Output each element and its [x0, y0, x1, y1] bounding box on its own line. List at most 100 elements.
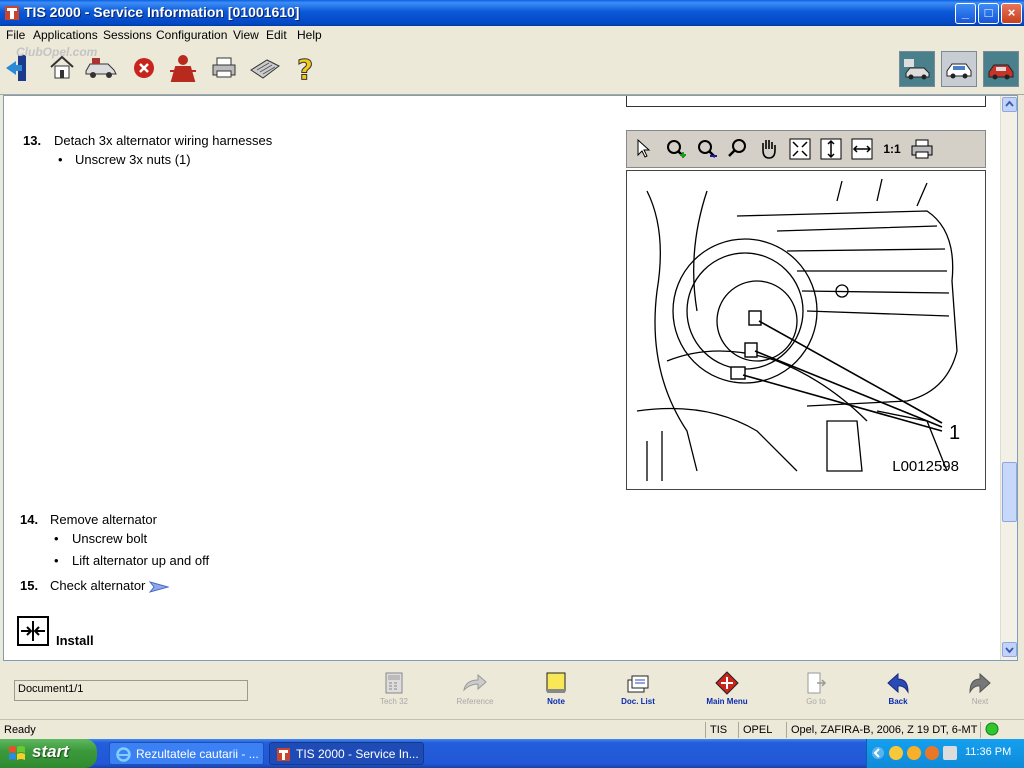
- link-arrow-icon[interactable]: [149, 581, 169, 593]
- tech32-label: Tech 32: [379, 697, 409, 706]
- print-image-icon[interactable]: [909, 137, 935, 161]
- step-13-number: 13.: [23, 133, 42, 148]
- goto-label: Go to: [806, 697, 826, 706]
- callout-label: 1: [949, 422, 960, 444]
- messenger-icon[interactable]: [889, 746, 903, 760]
- minimize-button[interactable]: _: [955, 3, 976, 24]
- diagnostics-car-icon[interactable]: [941, 51, 977, 87]
- install-heading: Install: [56, 633, 94, 648]
- doc-list-button[interactable]: Doc. List: [608, 671, 668, 717]
- fit-page-icon[interactable]: [787, 137, 813, 161]
- status-app: TIS: [705, 722, 727, 738]
- stop-icon[interactable]: [127, 51, 161, 85]
- scroll-thumb[interactable]: [1002, 462, 1017, 522]
- note-icon: [543, 671, 569, 695]
- note-label: Note: [547, 697, 565, 706]
- smiley-icon[interactable]: [907, 746, 921, 760]
- menu-help[interactable]: Help: [297, 28, 322, 42]
- watermark: ClubOpel.com: [16, 45, 98, 59]
- clock: 11:36 PM: [965, 746, 1012, 758]
- connection-status-icon: [985, 722, 999, 736]
- status-indicator: [980, 722, 1020, 738]
- document-field: Document1/1: [14, 680, 248, 701]
- fit-width-icon[interactable]: [849, 137, 875, 161]
- status-bar: Ready TIS OPEL Opel, ZAFIRA-B, 2006, Z 1…: [0, 719, 1024, 739]
- scroll-up-icon[interactable]: [1002, 97, 1017, 112]
- install-icon: [17, 616, 49, 646]
- svg-text:?: ?: [297, 53, 313, 83]
- step-13-text: Detach 3x alternator wiring harnesses: [54, 133, 273, 148]
- image-toolbar: 1:1: [626, 130, 986, 168]
- menu-edit[interactable]: Edit: [266, 28, 287, 42]
- reference-button: Reference: [445, 671, 505, 717]
- taskbar-item-tis-label: TIS 2000 - Service In...: [296, 747, 419, 761]
- step-14-bullet-2: Lift alternator up and off: [72, 553, 210, 568]
- step-15-text: Check alternator: [50, 578, 146, 593]
- bullet-dot: •: [54, 531, 59, 546]
- menu-bar: File Applications Sessions Configuration…: [0, 26, 1024, 45]
- menu-applications[interactable]: Applications: [33, 28, 98, 42]
- tis-taskbar-icon: [277, 748, 290, 761]
- reference-icon: [462, 671, 488, 695]
- taskbar-item-browser[interactable]: Rezultatele cautarii - ...: [109, 742, 264, 765]
- main-menu-button[interactable]: Main Menu: [697, 671, 757, 717]
- help-icon[interactable]: ?: [289, 51, 323, 85]
- tech32-icon: [381, 671, 407, 695]
- system-tray: 11:36 PM: [866, 739, 1024, 768]
- document-viewer[interactable]: 13. Detach 3x alternator wiring harnesse…: [3, 95, 1018, 661]
- vertical-scrollbar[interactable]: [1000, 96, 1017, 660]
- bullet-dot: •: [54, 553, 59, 568]
- fit-height-icon[interactable]: [818, 137, 844, 161]
- back-label: Back: [888, 697, 908, 706]
- menu-sessions[interactable]: Sessions: [103, 28, 152, 42]
- navigation-bar: Document1/1 Tech 32 Reference Note Doc. …: [0, 661, 1024, 719]
- note-button[interactable]: Note: [526, 671, 586, 717]
- menu-file[interactable]: File: [6, 28, 25, 42]
- zoom-in-icon[interactable]: [663, 137, 689, 161]
- alternator-figure: 1 L0012598: [626, 170, 986, 490]
- doc-list-label: Doc. List: [621, 697, 655, 706]
- step-15-number: 15.: [20, 578, 39, 593]
- menu-view[interactable]: View: [233, 28, 259, 42]
- ie-icon: [116, 747, 131, 762]
- zoom-out-icon[interactable]: [694, 137, 720, 161]
- pointer-icon[interactable]: [631, 137, 657, 161]
- status-text: Ready: [4, 724, 36, 736]
- service-car-icon[interactable]: [983, 51, 1019, 87]
- back-button[interactable]: Back: [868, 671, 928, 717]
- main-toolbar: ?: [0, 45, 1024, 95]
- reference-label: Reference: [456, 697, 494, 706]
- tis-app-icon: [5, 6, 19, 20]
- bullet-dot: •: [58, 152, 63, 167]
- keyboard-icon[interactable]: [248, 51, 282, 85]
- close-button[interactable]: ×: [1001, 3, 1022, 24]
- start-button[interactable]: start: [0, 739, 97, 768]
- tis-window: TIS 2000 - Service Information [01001610…: [0, 0, 1024, 768]
- step-13-bullet-1: Unscrew 3x nuts (1): [75, 152, 191, 167]
- network-icon[interactable]: [943, 746, 957, 760]
- taskbar-item-tis[interactable]: TIS 2000 - Service In...: [269, 742, 424, 765]
- main-menu-label: Main Menu: [706, 697, 748, 706]
- maximize-button[interactable]: □: [978, 3, 999, 24]
- tray-expand-icon[interactable]: [871, 746, 885, 763]
- doc-list-icon: [625, 671, 651, 695]
- actual-size-button[interactable]: 1:1: [879, 137, 905, 161]
- menu-configuration[interactable]: Configuration: [156, 28, 227, 42]
- user-icon[interactable]: [166, 51, 200, 85]
- status-make: OPEL: [738, 722, 772, 738]
- previous-figure-frame: [626, 96, 986, 107]
- main-menu-icon: [714, 671, 740, 695]
- tray-app-icon[interactable]: [925, 746, 939, 760]
- tech32-button: Tech 32: [364, 671, 424, 717]
- window-title: TIS 2000 - Service Information [01001610…: [24, 4, 300, 20]
- alternator-line-drawing: 1: [636, 178, 960, 481]
- windows-flag-icon: [9, 746, 25, 760]
- tech32-car-icon[interactable]: [899, 51, 935, 87]
- next-label: Next: [971, 697, 989, 706]
- pan-hand-icon[interactable]: [756, 137, 782, 161]
- scroll-down-icon[interactable]: [1002, 642, 1017, 657]
- print-icon[interactable]: [207, 51, 241, 85]
- zoom-icon[interactable]: [725, 137, 751, 161]
- step-14-text: Remove alternator: [50, 512, 157, 527]
- goto-button: Go to: [786, 671, 846, 717]
